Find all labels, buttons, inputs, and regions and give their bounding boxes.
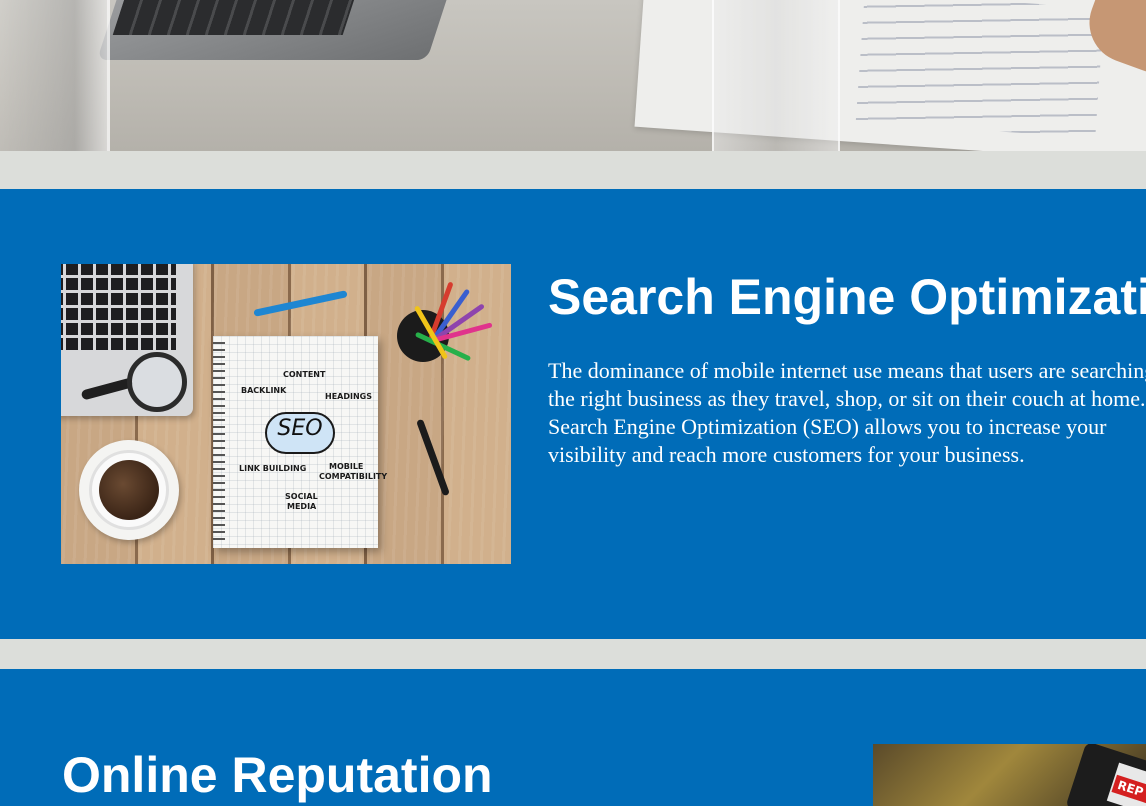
laptop-keyboard xyxy=(112,0,358,35)
notebook-word-mobile: MOBILE xyxy=(329,462,364,471)
water-glass xyxy=(712,0,840,151)
notebook-word-media: MEDIA xyxy=(287,502,317,511)
seo-photo: CONTENT BACKLINK HEADINGS SEO LINK BUILD… xyxy=(61,264,511,564)
notebook-word-compatibility: COMPATIBILITY xyxy=(319,472,388,481)
water-glass xyxy=(0,0,110,151)
notebook-word-backlink: BACKLINK xyxy=(241,386,287,395)
hero-photo xyxy=(0,0,1146,151)
notebook-word-headings: HEADINGS xyxy=(325,392,372,401)
notebook-center-word: SEO xyxy=(277,416,323,441)
seo-section: CONTENT BACKLINK HEADINGS SEO LINK BUILD… xyxy=(0,189,1146,639)
magnifying-glass-icon xyxy=(127,352,187,412)
reputation-photo: REP xyxy=(873,744,1146,806)
laptop-keyboard xyxy=(61,264,176,350)
notebook-word-content: CONTENT xyxy=(283,370,326,379)
document-text-lines xyxy=(855,0,1105,139)
seo-heading: Search Engine Optimization xyxy=(548,269,1146,325)
seo-description: The dominance of mobile internet use mea… xyxy=(548,358,1146,467)
reputation-section: Online Reputation REP xyxy=(0,669,1146,806)
notebook-word-link-building: LINK BUILDING xyxy=(239,464,307,473)
notebook-word-social: SOCIAL xyxy=(285,492,318,501)
notebook-spiral xyxy=(213,342,225,542)
coffee xyxy=(99,460,159,520)
reputation-heading: Online Reputation xyxy=(62,747,493,803)
